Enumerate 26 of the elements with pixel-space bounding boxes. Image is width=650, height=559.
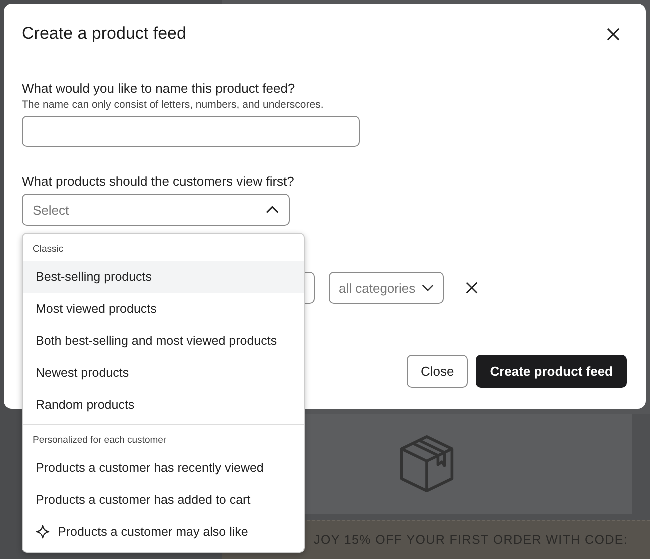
sparkle-icon bbox=[36, 525, 50, 539]
group-heading: Classic bbox=[32, 244, 65, 255]
group-heading: Personalized for each customer bbox=[32, 435, 168, 446]
caret-icon bbox=[422, 284, 434, 292]
caret-icon bbox=[266, 206, 279, 214]
remove-icon[interactable] bbox=[464, 280, 480, 296]
option-label: Products a customer may also like bbox=[58, 525, 248, 539]
menu-option[interactable]: Random products bbox=[23, 389, 304, 421]
close-icon[interactable] bbox=[605, 26, 622, 42]
menu-option[interactable]: Products a customer has added to cart bbox=[23, 484, 304, 516]
dialog-title: Create a product feed bbox=[22, 24, 186, 44]
category-select[interactable]: all categories bbox=[329, 272, 444, 304]
field-hint: The name can only consist of letters, numbers, and underscores. bbox=[22, 99, 324, 111]
field-label: What products should the customers view first? bbox=[22, 174, 294, 189]
field-label: What would you like to name this product feed? bbox=[22, 81, 296, 96]
menu-option[interactable]: Both best-selling and most viewed products bbox=[23, 325, 304, 357]
menu-option[interactable]: Newest products bbox=[23, 357, 304, 389]
box-icon bbox=[399, 434, 455, 494]
menu-option[interactable]: Products a customer may also like bbox=[23, 516, 304, 548]
name-input-field[interactable] bbox=[22, 116, 360, 147]
create-button[interactable]: Create product feed bbox=[476, 355, 627, 388]
menu-option[interactable]: Best-selling products bbox=[23, 261, 304, 293]
menu-option[interactable]: Most viewed products bbox=[23, 293, 304, 325]
close-button[interactable]: Close bbox=[406, 355, 468, 388]
menu-option[interactable]: Products a customer has recently viewed bbox=[23, 452, 304, 484]
products-select[interactable]: Select bbox=[22, 194, 290, 226]
